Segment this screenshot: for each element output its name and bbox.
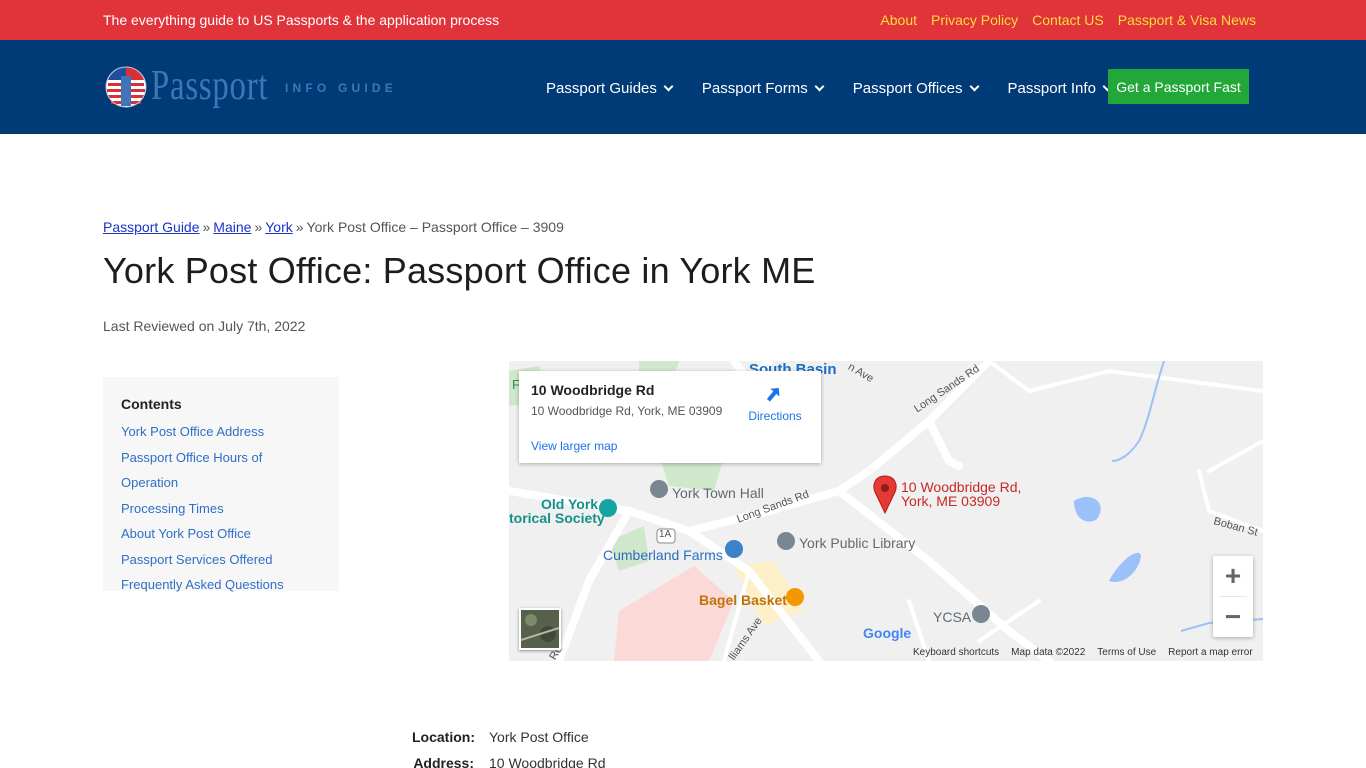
- site-logo[interactable]: Passport INFO GUIDE: [105, 63, 415, 110]
- map-card-address: 10 Woodbridge Rd, York, ME 03909: [531, 404, 723, 418]
- last-reviewed-date: Last Reviewed on July 7th, 2022: [103, 318, 306, 334]
- map-label-public-library[interactable]: York Public Library: [799, 535, 915, 551]
- logo-word: Passport: [151, 63, 269, 109]
- zoom-in-button[interactable]: +: [1213, 556, 1253, 596]
- main-nav: Passport Guides Passport Forms Passport …: [546, 80, 1141, 97]
- map-label-route: 1A: [659, 529, 672, 540]
- chevron-down-icon: [969, 81, 979, 92]
- nav-label: Passport Forms: [701, 80, 808, 97]
- main-header: Passport INFO GUIDE Passport Guides Pass…: [0, 40, 1366, 134]
- zoom-out-button[interactable]: −: [1213, 597, 1253, 637]
- directions-label: Directions: [748, 409, 802, 423]
- detail-row-address: Address: 10 Woodbridge Rd: [412, 750, 605, 768]
- toc-link-services[interactable]: Passport Services Offered: [121, 547, 321, 573]
- toc-link-hours[interactable]: Passport Office Hours of Operation: [121, 445, 321, 496]
- map-label-town-hall[interactable]: York Town Hall: [672, 485, 764, 501]
- location-label: Location:: [412, 729, 475, 745]
- chevron-down-icon: [663, 81, 674, 92]
- page-title: York Post Office: Passport Office in Yor…: [103, 250, 816, 291]
- top-link-passport-visa-news[interactable]: Passport & Visa News: [1118, 12, 1256, 28]
- nav-passport-info[interactable]: Passport Info: [1007, 80, 1113, 97]
- map-zoom-controls: + −: [1213, 556, 1253, 637]
- nav-label: Passport Guides: [546, 80, 657, 97]
- toc-link-about[interactable]: About York Post Office: [121, 521, 321, 547]
- get-passport-fast-button[interactable]: Get a Passport Fast: [1108, 69, 1249, 104]
- map-label-ycsa[interactable]: YCSA: [933, 609, 971, 625]
- google-logo: Google: [863, 625, 911, 641]
- detail-row-location: Location: York Post Office: [412, 724, 605, 750]
- nav-passport-offices[interactable]: Passport Offices: [852, 80, 979, 97]
- embedded-map[interactable]: South Basin F n Ave Long Sands Rd Long S…: [509, 361, 1263, 661]
- address-label: Address:: [413, 755, 474, 768]
- satellite-toggle[interactable]: [519, 608, 561, 650]
- google-logo-text: Google: [863, 625, 912, 641]
- toc-link-faq[interactable]: Frequently Asked Questions: [121, 572, 321, 598]
- breadcrumb-current: York Post Office – Passport Office – 390…: [306, 219, 564, 235]
- map-attribution: Keyboard shortcuts Map data ©2022 Terms …: [913, 647, 1253, 658]
- map-label-cumberland-farms[interactable]: Cumberland Farms: [603, 547, 723, 563]
- toc-title: Contents: [121, 396, 182, 412]
- keyboard-shortcuts-link[interactable]: Keyboard shortcuts: [913, 647, 999, 658]
- breadcrumb: Passport Guide» Maine» York» York Post Offi…: [103, 219, 564, 235]
- nav-label: Passport Offices: [852, 80, 963, 97]
- chevron-down-icon: [814, 81, 825, 92]
- breadcrumb-link-maine[interactable]: Maine: [213, 219, 251, 235]
- top-link-about[interactable]: About: [880, 12, 917, 28]
- terms-of-use-link[interactable]: Terms of Use: [1097, 647, 1156, 658]
- table-of-contents: Contents York Post Office Address Passpo…: [103, 377, 339, 592]
- report-map-error-link[interactable]: Report a map error: [1168, 647, 1252, 658]
- breadcrumb-separator: »: [202, 219, 211, 235]
- nav-label: Passport Info: [1007, 80, 1096, 97]
- site-tagline: The everything guide to US Passports & t…: [103, 12, 500, 28]
- view-larger-map-link[interactable]: View larger map: [531, 439, 617, 453]
- logo-subtitle: INFO GUIDE: [285, 81, 398, 95]
- map-info-card: 10 Woodbridge Rd 10 Woodbridge Rd, York,…: [519, 371, 821, 463]
- breadcrumb-separator: »: [254, 219, 263, 235]
- breadcrumb-separator: »: [295, 219, 304, 235]
- map-data-text: Map data ©2022: [1011, 647, 1086, 658]
- map-card-title: 10 Woodbridge Rd: [531, 382, 655, 398]
- top-bar: The everything guide to US Passports & t…: [0, 0, 1366, 40]
- directions-icon: [766, 387, 780, 402]
- map-label-historical-society[interactable]: torical Society: [509, 510, 605, 526]
- top-links: About Privacy Policy Contact US Passport…: [880, 12, 1256, 28]
- office-details: Location: York Post Office Address: 10 W…: [412, 724, 605, 768]
- map-label-bagel-basket[interactable]: Bagel Basket: [699, 592, 787, 608]
- satellite-thumbnail-icon: [520, 610, 560, 648]
- top-link-privacy-policy[interactable]: Privacy Policy: [931, 12, 1018, 28]
- toc-link-address[interactable]: York Post Office Address: [121, 419, 321, 445]
- nav-passport-forms[interactable]: Passport Forms: [701, 80, 825, 97]
- address-value: 10 Woodbridge Rd: [489, 755, 606, 768]
- location-value: York Post Office: [489, 729, 589, 745]
- flag-globe-icon: [105, 66, 147, 108]
- toc-link-processing-times[interactable]: Processing Times: [121, 496, 321, 522]
- breadcrumb-link-york[interactable]: York: [265, 219, 293, 235]
- breadcrumb-link-passport-guide[interactable]: Passport Guide: [103, 219, 200, 235]
- directions-button[interactable]: Directions: [743, 383, 807, 423]
- nav-passport-guides[interactable]: Passport Guides: [546, 80, 674, 97]
- top-link-contact-us[interactable]: Contact US: [1032, 12, 1104, 28]
- map-pin-label: York, ME 03909: [901, 493, 1001, 509]
